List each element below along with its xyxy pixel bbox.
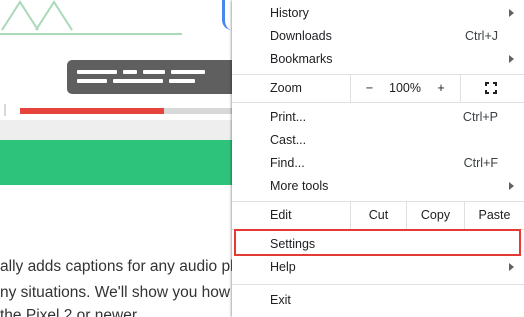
- seek-tick: [4, 104, 6, 116]
- avatar-ring: [222, 0, 232, 30]
- menu-item-label: Bookmarks: [270, 52, 333, 66]
- settings-highlight-box: [234, 229, 521, 256]
- zoom-level-value: 100%: [389, 81, 421, 95]
- zoom-out-button[interactable]: −: [350, 75, 388, 102]
- menu-item-label: Cast...: [270, 133, 307, 147]
- menu-item-label: More tools: [270, 179, 329, 193]
- menu-item-label: Find...: [270, 156, 305, 170]
- menu-item-help[interactable]: Help: [232, 255, 524, 279]
- menu-item-more-tools[interactable]: More tools: [232, 174, 524, 198]
- menu-item-cast[interactable]: Cast...: [232, 128, 524, 152]
- copy-button[interactable]: Copy: [406, 202, 464, 229]
- chrome-main-menu: History Downloads Ctrl+J Bookmarks Zoom …: [232, 0, 524, 317]
- caption-toast: [67, 60, 242, 94]
- menu-item-print[interactable]: Print... Ctrl+P: [232, 105, 524, 129]
- article-text-line: the Pixel 2 or newer: [0, 307, 137, 317]
- header-underline: [0, 33, 182, 35]
- menu-item-label: History: [270, 6, 309, 20]
- cut-button[interactable]: Cut: [350, 202, 406, 229]
- zoom-in-button[interactable]: +: [422, 75, 460, 102]
- paste-button[interactable]: Paste: [464, 202, 524, 229]
- submenu-arrow-icon: [509, 55, 514, 63]
- menu-item-label: Downloads: [270, 29, 332, 43]
- shortcut-label: Ctrl+J: [465, 29, 498, 43]
- menu-item-label: Exit: [270, 293, 291, 307]
- fullscreen-icon: [485, 82, 497, 94]
- menu-item-bookmarks[interactable]: Bookmarks: [232, 47, 524, 71]
- menu-row-edit: Edit Cut Copy Paste: [232, 202, 524, 229]
- zoom-label: Zoom: [270, 81, 302, 95]
- submenu-arrow-icon: [509, 263, 514, 271]
- edit-label: Edit: [270, 208, 292, 222]
- menu-item-exit[interactable]: Exit: [232, 288, 524, 312]
- mountain-logo-icon: [1, 0, 73, 31]
- shortcut-label: Ctrl+F: [463, 156, 498, 170]
- submenu-arrow-icon: [509, 182, 514, 190]
- menu-item-label: Help: [270, 260, 296, 274]
- menu-separator: [232, 284, 524, 285]
- menu-item-label: Print...: [270, 110, 307, 124]
- menu-separator: [232, 102, 524, 103]
- menu-row-zoom: Zoom − 100% +: [232, 75, 524, 102]
- menu-item-history[interactable]: History: [232, 1, 524, 25]
- caption-text-bars: [77, 70, 232, 84]
- green-banner: [0, 140, 240, 185]
- submenu-arrow-icon: [509, 9, 514, 17]
- menu-item-find[interactable]: Find... Ctrl+F: [232, 151, 524, 175]
- video-progress-fill: [20, 108, 164, 114]
- menu-item-downloads[interactable]: Downloads Ctrl+J: [232, 24, 524, 48]
- page-band: [0, 120, 240, 140]
- article-text-line: ny situations. We'll show you how: [0, 284, 231, 301]
- shortcut-label: Ctrl+P: [462, 110, 498, 124]
